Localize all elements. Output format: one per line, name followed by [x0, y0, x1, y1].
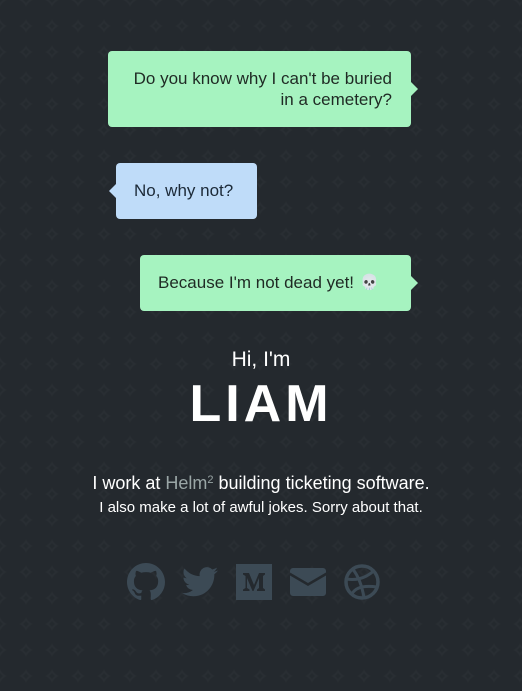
name-heading: LIAM — [189, 375, 333, 433]
twitter-icon — [182, 567, 218, 597]
company-name[interactable]: Helm — [165, 473, 207, 493]
dribbble-link[interactable] — [343, 563, 381, 601]
greeting-text: Hi, I'm — [231, 348, 291, 371]
chat-bubble-question: Do you know why I can't be buried in a c… — [108, 51, 418, 127]
company-link[interactable]: Helm2 — [165, 473, 213, 493]
chat-bubble-punchline-text: Because I'm not dead yet! — [158, 273, 355, 292]
work-description: I work at Helm2 building ticketing softw… — [0, 469, 522, 494]
github-link[interactable] — [127, 563, 165, 601]
chat-bubble-reply-text: No, why not? — [134, 181, 234, 200]
twitter-link[interactable] — [181, 563, 219, 601]
work-prefix: I work at — [92, 473, 166, 493]
dribbble-icon — [344, 564, 380, 600]
email-link[interactable] — [289, 563, 327, 601]
email-icon — [290, 568, 326, 596]
chat-bubble-punchline: Because I'm not dead yet! 💀 — [140, 255, 418, 311]
jokes-text: I also make a lot of awful jokes. Sorry … — [99, 499, 423, 516]
chat-bubble-reply: No, why not? — [109, 163, 257, 219]
social-links — [127, 563, 397, 601]
medium-link[interactable] — [235, 563, 273, 601]
github-icon — [127, 563, 165, 601]
medium-icon — [236, 564, 272, 600]
work-suffix: building ticketing software. — [213, 473, 430, 493]
chat-bubble-question-text: Do you know why I can't be buried in a c… — [133, 69, 392, 109]
skull-emoji-icon: 💀 — [360, 274, 379, 291]
